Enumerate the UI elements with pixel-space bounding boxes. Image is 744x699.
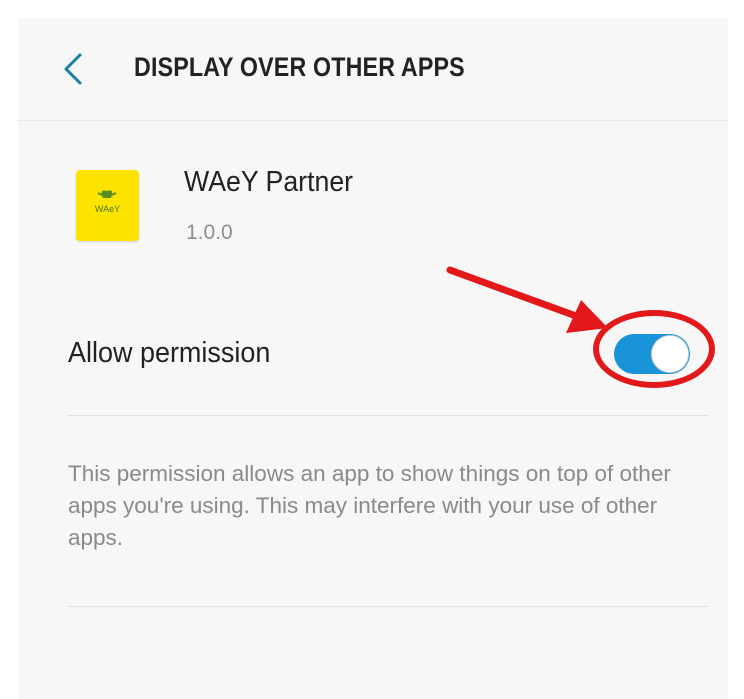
- app-version: 1.0.0: [186, 221, 233, 244]
- toggle-knob: [651, 335, 689, 373]
- app-icon-text: WAeY: [94, 204, 121, 214]
- page-title: DISPLAY OVER OTHER APPS: [134, 52, 465, 82]
- permission-label: Allow permission: [68, 337, 271, 369]
- app-icon: WAeY: [76, 170, 139, 241]
- app-name: WAeY Partner: [184, 166, 354, 198]
- allow-permission-row[interactable]: Allow permission: [68, 323, 708, 416]
- chevron-left-icon[interactable]: [58, 51, 88, 87]
- settings-screen: DISPLAY OVER OTHER APPS WAeY WAeY Partne…: [18, 18, 728, 699]
- allow-permission-toggle[interactable]: [614, 334, 690, 374]
- divider: [68, 606, 708, 607]
- permission-description: This permission allows an app to show th…: [68, 461, 671, 550]
- app-bar: DISPLAY OVER OTHER APPS: [18, 18, 728, 121]
